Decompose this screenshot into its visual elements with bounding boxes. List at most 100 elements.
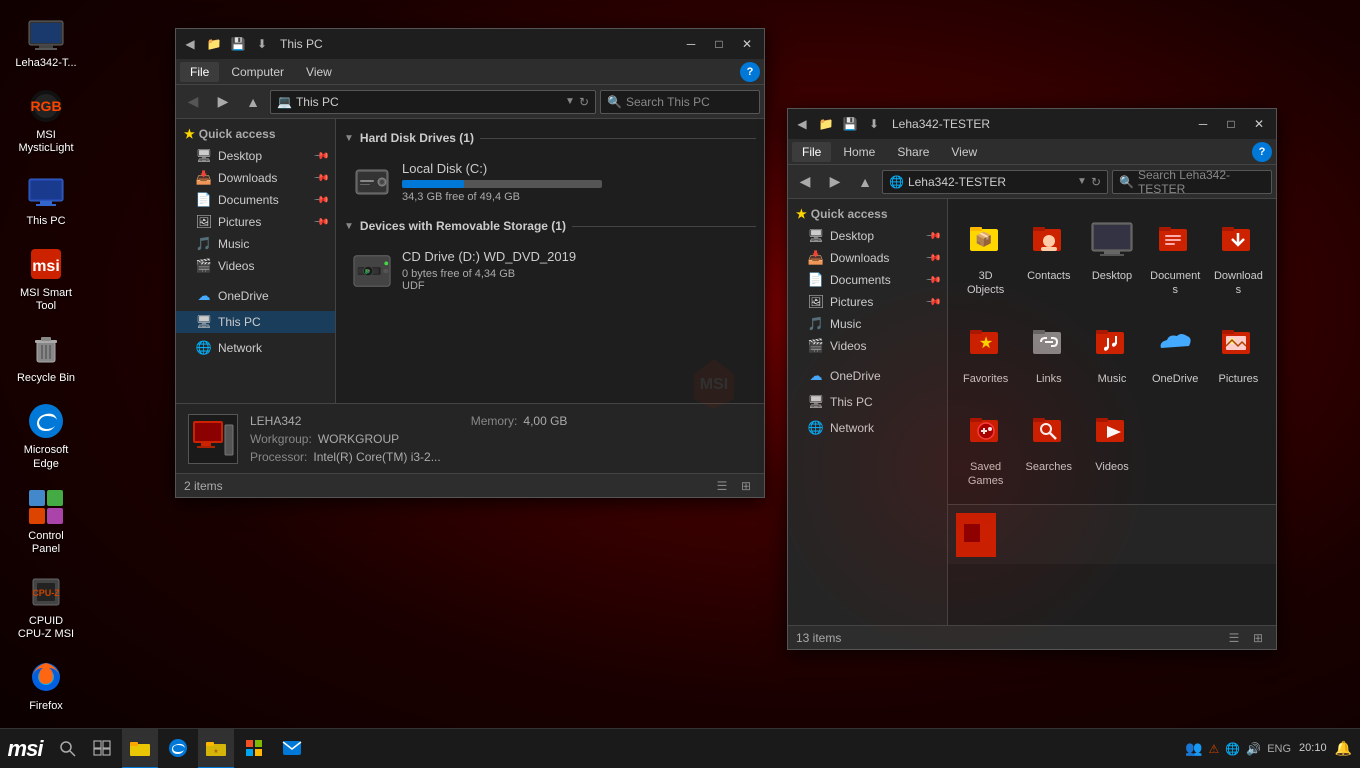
taskbar-task-view[interactable] <box>86 729 118 768</box>
sidebar-item-downloads-1[interactable]: 📥 Downloads 📌 <box>176 167 335 189</box>
close-btn-2[interactable]: ✕ <box>1246 113 1272 135</box>
sidebar-item-music-2[interactable]: 🎵 Music <box>788 313 947 335</box>
grid-item-searches[interactable]: Searches <box>1019 398 1078 497</box>
titlebar-save-icon[interactable]: 💾 <box>228 34 248 54</box>
sidebar-quick-access-1[interactable]: ★ Quick access <box>176 123 335 145</box>
sidebar-item-videos-1[interactable]: 🎬 Videos <box>176 255 335 277</box>
address-bar-1[interactable]: 💻 This PC ▼ ↻ <box>270 90 596 114</box>
minimize-btn-2[interactable]: ─ <box>1190 113 1216 135</box>
grid-item-saved-games[interactable]: Saved Games <box>956 398 1015 497</box>
grid-item-3d-objects[interactable]: 📦3D Objects <box>956 207 1015 306</box>
people-tray-icon[interactable]: 👥 <box>1185 740 1202 757</box>
grid-item-music[interactable]: Music <box>1082 310 1141 394</box>
address-bar-2[interactable]: 🌐 Leha342-TESTER ▼ ↻ <box>882 170 1108 194</box>
sidebar-item-music-1[interactable]: 🎵 Music <box>176 233 335 255</box>
desktop-icon-msi-mysticlight[interactable]: RGB MSI MysticLight <box>10 82 82 159</box>
network-tray-icon[interactable]: 🌐 <box>1225 742 1240 756</box>
ribbon-tab-home-2[interactable]: Home <box>833 142 885 162</box>
language-tray-label[interactable]: ENG <box>1267 743 1291 755</box>
titlebar-back-btn[interactable]: ◀ <box>180 34 200 54</box>
desktop-icon-recycle-bin[interactable]: Recycle Bin <box>10 325 82 389</box>
taskbar-folder[interactable]: ★ <box>198 729 234 768</box>
nav-up-btn-2[interactable]: ▲ <box>852 169 878 195</box>
view-large-btn-1[interactable]: ⊞ <box>736 476 756 496</box>
taskbar-clock[interactable]: 20:10 <box>1299 741 1327 755</box>
sidebar-item-onedrive-1[interactable]: ☁ OneDrive <box>176 285 335 307</box>
desktop-icon-firefox[interactable]: Firefox <box>10 653 82 717</box>
grid-item-links[interactable]: Links <box>1019 310 1078 394</box>
grid-item-favorites[interactable]: ★Favorites <box>956 310 1015 394</box>
grid-item-contacts[interactable]: Contacts <box>1019 207 1078 306</box>
sidebar-item-downloads-2[interactable]: 📥 Downloads 📌 <box>788 247 947 269</box>
sidebar-item-network-1[interactable]: 🌐 Network <box>176 337 335 359</box>
sidebar-item-documents-2[interactable]: 📄 Documents 📌 <box>788 269 947 291</box>
address-bar-dropdown-1[interactable]: ▼ <box>565 96 575 107</box>
address-bar-refresh-2[interactable]: ↻ <box>1091 175 1101 189</box>
taskbar-start-button[interactable]: msi <box>0 729 50 768</box>
sidebar-item-onedrive-2[interactable]: ☁ OneDrive <box>788 365 947 387</box>
grid-item-onedrive[interactable]: OneDrive <box>1146 310 1205 394</box>
sidebar-item-pictures-1[interactable]: 🖼 Pictures 📌 <box>176 211 335 233</box>
search-bar-1[interactable]: 🔍 Search This PC <box>600 90 760 114</box>
grid-label-contacts: Contacts <box>1027 269 1070 283</box>
taskbar-store[interactable] <box>236 729 272 768</box>
ribbon-help-btn-1[interactable]: ? <box>740 62 760 82</box>
sidebar-item-this-pc-1[interactable]: 🖥 This PC <box>176 311 335 333</box>
view-details-btn-2[interactable]: ☰ <box>1224 628 1244 648</box>
sidebar-downloads-label-2: Downloads <box>830 251 889 265</box>
sidebar-item-this-pc-2[interactable]: 🖥 This PC <box>788 391 947 413</box>
sidebar-quick-access-2[interactable]: ★ Quick access <box>788 203 947 225</box>
sidebar-item-network-2[interactable]: 🌐 Network <box>788 417 947 439</box>
titlebar-more-btn[interactable]: ⬇ <box>252 34 272 54</box>
view-details-btn-1[interactable]: ☰ <box>712 476 732 496</box>
taskbar-edge[interactable] <box>160 729 196 768</box>
nav-forward-btn-1[interactable]: ▶ <box>210 89 236 115</box>
grid-item-videos[interactable]: Videos <box>1082 398 1141 497</box>
sidebar-item-desktop-2[interactable]: 🖥 Desktop 📌 <box>788 225 947 247</box>
ribbon-tab-share-2[interactable]: Share <box>887 142 939 162</box>
warning-tray-icon[interactable]: ⚠ <box>1209 742 1220 756</box>
ribbon-tab-view-2[interactable]: View <box>941 142 987 162</box>
sidebar-item-desktop-1[interactable]: 🖥 Desktop 📌 <box>176 145 335 167</box>
desktop-icon-cpuid[interactable]: CPU-Z CPUID CPU-Z MSI <box>10 568 82 645</box>
nav-up-btn-1[interactable]: ▲ <box>240 89 266 115</box>
desktop-icon-leha342[interactable]: Leha342-T... <box>10 10 82 74</box>
taskbar-file-explorer[interactable] <box>122 729 158 768</box>
titlebar-more-btn-2[interactable]: ⬇ <box>864 114 884 134</box>
ribbon-tab-file-2[interactable]: File <box>792 142 831 162</box>
desktop-icon-msi-smart-tool[interactable]: msi MSI Smart Tool <box>10 240 82 317</box>
ribbon-tab-file[interactable]: File <box>180 62 219 82</box>
maximize-btn-2[interactable]: □ <box>1218 113 1244 135</box>
address-bar-refresh-1[interactable]: ↻ <box>579 95 589 109</box>
desktop-icon-control-panel[interactable]: Control Panel <box>10 483 82 560</box>
nav-forward-btn-2[interactable]: ▶ <box>822 169 848 195</box>
titlebar-save-icon-2[interactable]: 💾 <box>840 114 860 134</box>
close-btn-1[interactable]: ✕ <box>734 33 760 55</box>
ribbon-tab-view[interactable]: View <box>296 62 342 82</box>
grid-item-downloads[interactable]: Downloads <box>1209 207 1268 306</box>
cd-drive-item[interactable]: 🐉 CD Drive (D:) WD_DVD_2019 0 bytes free… <box>344 241 756 300</box>
grid-item-pictures[interactable]: Pictures <box>1209 310 1268 394</box>
volume-tray-icon[interactable]: 🔊 <box>1246 742 1261 756</box>
view-large-btn-2[interactable]: ⊞ <box>1248 628 1268 648</box>
titlebar-back-btn-2[interactable]: ◀ <box>792 114 812 134</box>
address-bar-dropdown-2[interactable]: ▼ <box>1077 176 1087 187</box>
ribbon-tab-computer[interactable]: Computer <box>221 62 294 82</box>
sidebar-item-videos-2[interactable]: 🎬 Videos <box>788 335 947 357</box>
desktop-icon-this-pc[interactable]: This PC <box>10 168 82 232</box>
grid-item-desktop[interactable]: Desktop <box>1082 207 1141 306</box>
taskbar-search-button[interactable] <box>50 729 86 768</box>
nav-back-btn-2[interactable]: ◀ <box>792 169 818 195</box>
maximize-btn-1[interactable]: □ <box>706 33 732 55</box>
minimize-btn-1[interactable]: ─ <box>678 33 704 55</box>
sidebar-item-documents-1[interactable]: 📄 Documents 📌 <box>176 189 335 211</box>
taskbar-mail[interactable] <box>274 729 310 768</box>
search-bar-2[interactable]: 🔍 Search Leha342-TESTER <box>1112 170 1272 194</box>
desktop-icon-microsoft-edge[interactable]: Microsoft Edge <box>10 397 82 474</box>
grid-item-documents[interactable]: Documents <box>1146 207 1205 306</box>
ribbon-help-btn-2[interactable]: ? <box>1252 142 1272 162</box>
sidebar-item-pictures-2[interactable]: 🖼 Pictures 📌 <box>788 291 947 313</box>
local-disk-item[interactable]: Local Disk (C:) 34,3 GB free of 49,4 GB <box>344 153 756 211</box>
nav-back-btn-1[interactable]: ◀ <box>180 89 206 115</box>
notification-tray-icon[interactable]: 🔔 <box>1335 740 1352 757</box>
